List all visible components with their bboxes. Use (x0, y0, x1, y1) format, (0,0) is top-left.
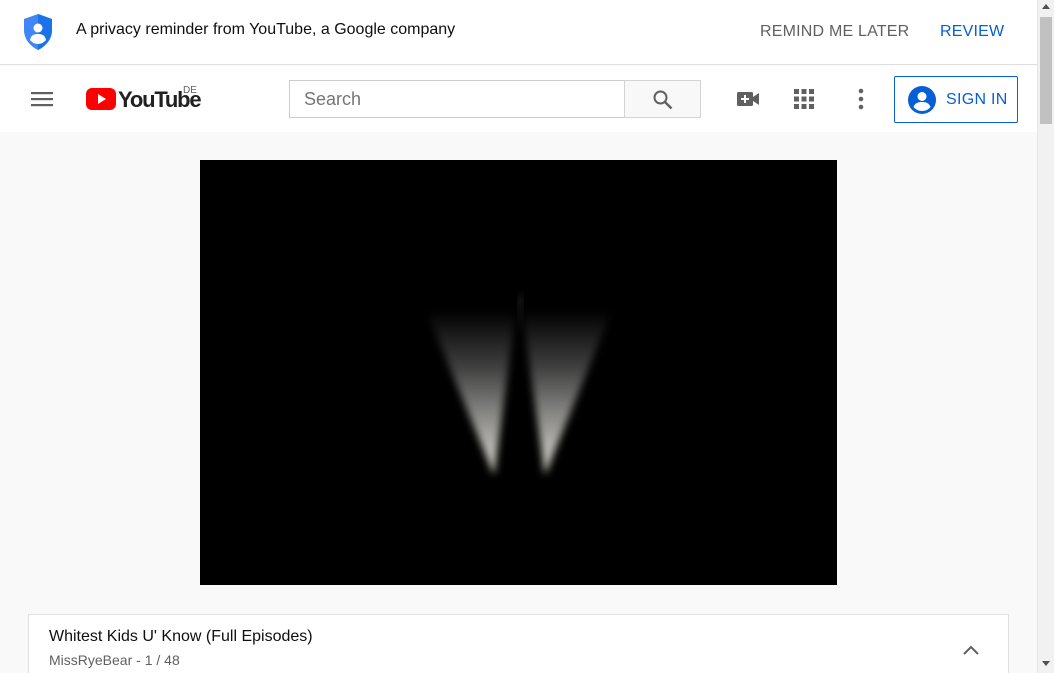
scroll-up-arrow-icon[interactable] (1042, 4, 1050, 9)
playlist-title[interactable]: Whitest Kids U' Know (Full Episodes) (49, 628, 313, 646)
hamburger-menu-icon (31, 92, 53, 107)
youtube-play-logo-icon (86, 88, 116, 110)
privacy-reminder-text: A privacy reminder from YouTube, a Googl… (76, 21, 456, 38)
privacy-shield-icon (22, 13, 54, 51)
youtube-logo[interactable]: YouTube DE (86, 85, 206, 112)
settings-menu-button[interactable] (848, 86, 874, 112)
playlist-meta-separator: - (132, 652, 145, 668)
masthead: YouTube DE Search SIGN IN (0, 66, 1037, 132)
playlist-collapse-button[interactable] (959, 639, 983, 663)
remind-me-later-button[interactable]: REMIND ME LATER (750, 16, 919, 48)
apps-button[interactable] (791, 86, 817, 112)
account-circle-icon (908, 86, 936, 114)
scroll-down-arrow-icon[interactable] (1042, 661, 1050, 666)
more-vertical-icon (858, 88, 864, 110)
video-player[interactable] (200, 160, 837, 585)
search-button[interactable] (624, 80, 701, 118)
playlist-position: 1 / 48 (144, 652, 180, 668)
sign-in-button[interactable]: SIGN IN (894, 76, 1018, 123)
page-scrollbar[interactable] (1037, 0, 1054, 673)
search-box (289, 80, 625, 118)
apps-grid-icon (794, 89, 814, 109)
playlist-panel: Whitest Kids U' Know (Full Episodes) Mis… (28, 614, 1009, 673)
video-frame-spotlight-logo (426, 295, 612, 475)
logo-country-code: DE (183, 85, 197, 96)
privacy-reminder-banner: A privacy reminder from YouTube, a Googl… (0, 0, 1037, 65)
search-input[interactable] (290, 81, 625, 117)
chevron-up-icon (963, 645, 979, 655)
scrollbar-thumb[interactable] (1040, 17, 1052, 124)
video-camera-plus-icon (737, 92, 759, 106)
create-video-button[interactable] (735, 86, 761, 112)
search-icon (653, 90, 673, 110)
guide-menu-button[interactable] (26, 83, 58, 115)
playlist-owner-link[interactable]: MissRyeBear (49, 652, 132, 668)
review-button[interactable]: REVIEW (930, 16, 1014, 48)
playlist-meta: MissRyeBear - 1 / 48 (49, 652, 180, 668)
sign-in-label: SIGN IN (946, 91, 1008, 108)
